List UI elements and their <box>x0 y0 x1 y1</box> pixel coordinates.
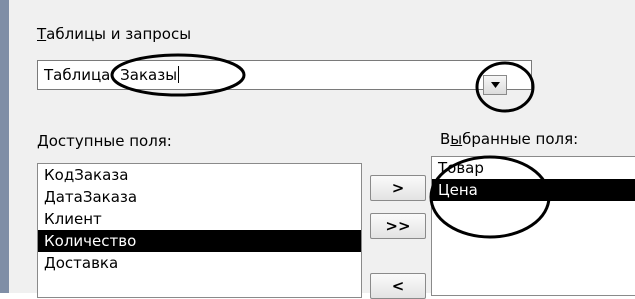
selected-fields-list[interactable]: Товар Цена <box>431 156 635 296</box>
available-field-item[interactable]: Доставка <box>38 252 361 274</box>
chevron-down-icon <box>491 82 500 88</box>
available-field-item[interactable]: ДатаЗаказа <box>38 186 361 208</box>
window-left-border <box>0 0 9 293</box>
selected-field-item[interactable]: Товар <box>432 157 635 179</box>
move-all-button[interactable]: >> <box>370 213 426 239</box>
available-field-item[interactable]: КодЗаказа <box>38 164 361 186</box>
table-query-combobox-value: Таблица: Заказы <box>44 66 180 84</box>
table-query-combobox[interactable]: Таблица: Заказы <box>37 60 532 90</box>
tables-queries-label: Таблицы и запросы <box>37 25 192 43</box>
table-query-dropdown-button[interactable] <box>483 75 507 95</box>
selected-field-item[interactable]: Цена <box>432 179 635 201</box>
available-fields-list[interactable]: КодЗаказа ДатаЗаказа Клиент Количество Доста… <box>37 163 362 298</box>
move-one-button[interactable]: > <box>370 175 426 201</box>
available-field-item[interactable]: Количество <box>38 230 361 252</box>
move-back-button[interactable]: < <box>370 273 426 299</box>
available-fields-label: Доступные поля: <box>37 132 172 150</box>
selected-fields-label: Выбранные поля: <box>440 130 579 148</box>
available-field-item[interactable]: Клиент <box>38 208 361 230</box>
